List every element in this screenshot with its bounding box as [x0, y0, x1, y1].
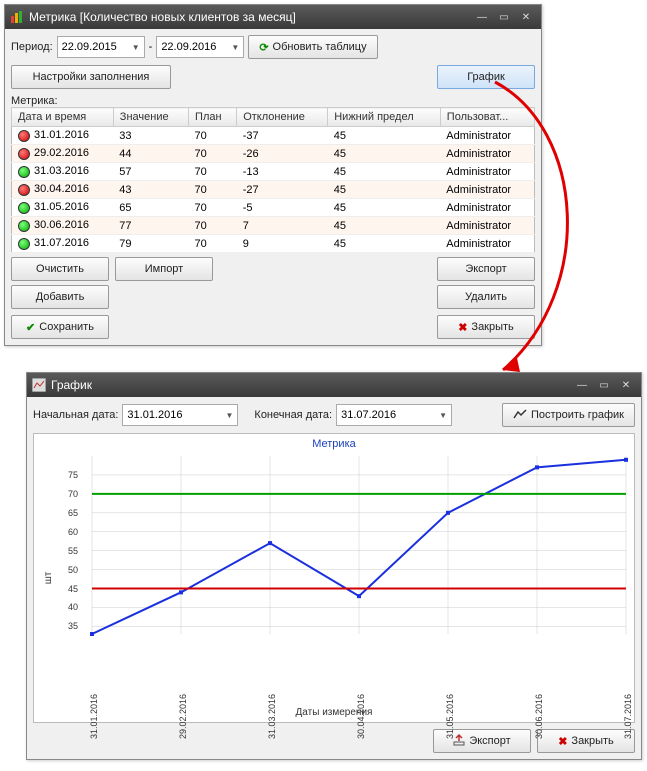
- import-button[interactable]: Импорт: [115, 257, 213, 281]
- x-icon: ✖: [558, 735, 567, 748]
- x-tick-label: 29.02.2016: [178, 694, 188, 739]
- chevron-down-icon: ▼: [225, 411, 233, 420]
- period-separator: -: [149, 41, 153, 53]
- build-chart-button[interactable]: Построить график: [502, 403, 635, 427]
- chart-close-button[interactable]: ✖ Закрыть: [537, 729, 635, 753]
- period-to-value: 22.09.2016: [161, 41, 216, 53]
- status-icon: [18, 202, 30, 214]
- table-row[interactable]: 31.03.20165770-1345Administrator: [12, 163, 535, 181]
- chart-app-icon: [31, 377, 47, 393]
- column-header[interactable]: План: [189, 108, 237, 127]
- y-tick-label: 40: [68, 602, 78, 612]
- save-button[interactable]: ✔ Сохранить: [11, 315, 109, 339]
- chevron-down-icon: ▼: [439, 411, 447, 420]
- status-icon: [18, 184, 30, 196]
- column-header[interactable]: Нижний предел: [328, 108, 441, 127]
- table-row[interactable]: 29.02.20164470-2645Administrator: [12, 145, 535, 163]
- y-tick-label: 35: [68, 621, 78, 631]
- column-header[interactable]: Дата и время: [12, 108, 114, 127]
- column-header[interactable]: Пользоват...: [440, 108, 534, 127]
- chart-title: Метрика: [34, 434, 634, 450]
- refresh-button[interactable]: ⟳ Обновить таблицу: [248, 35, 377, 59]
- y-tick-label: 70: [68, 489, 78, 499]
- table-row[interactable]: 30.04.20164370-2745Administrator: [12, 181, 535, 199]
- end-date-label: Конечная дата:: [254, 409, 332, 421]
- chart-titlebar: График — ▭ ✕: [27, 373, 641, 397]
- end-date-combo[interactable]: 31.07.2016 ▼: [336, 404, 452, 426]
- graph-label: График: [467, 71, 505, 83]
- chart-window: График — ▭ ✕ Начальная дата: 31.01.2016 …: [26, 372, 642, 760]
- line-chart-icon: [513, 408, 527, 423]
- start-date-label: Начальная дата:: [33, 409, 118, 421]
- start-date-combo[interactable]: 31.01.2016 ▼: [122, 404, 238, 426]
- refresh-icon: ⟳: [259, 41, 268, 54]
- status-icon: [18, 220, 30, 232]
- refresh-label: Обновить таблицу: [273, 41, 367, 53]
- graph-button[interactable]: График: [437, 65, 535, 89]
- table-row[interactable]: 31.01.20163370-3745Administrator: [12, 127, 535, 145]
- table-row[interactable]: 31.07.20167970945Administrator: [12, 235, 535, 253]
- clear-button[interactable]: Очистить: [11, 257, 109, 281]
- x-tick-label: 30.04.2016: [356, 694, 366, 739]
- x-axis-label: Даты измерения: [34, 707, 634, 718]
- titlebar: Метрика [Количество новых клиентов за ме…: [5, 5, 541, 29]
- close-button[interactable]: ✖ Закрыть: [437, 315, 535, 339]
- chart-window-title: График: [51, 378, 571, 392]
- window-title: Метрика [Количество новых клиентов за ме…: [29, 10, 471, 24]
- fill-settings-button[interactable]: Настройки заполнения: [11, 65, 171, 89]
- status-icon: [18, 148, 30, 160]
- app-icon: [9, 9, 25, 25]
- chart-plot: [92, 456, 626, 634]
- status-icon: [18, 166, 30, 178]
- table-label: Метрика:: [11, 95, 535, 107]
- minimize-button[interactable]: —: [471, 9, 493, 25]
- y-tick-label: 75: [68, 470, 78, 480]
- chart-area: Метрика шт Даты измерения 35 40 45 50 55 60 65…: [33, 433, 635, 723]
- column-header[interactable]: Значение: [113, 108, 188, 127]
- chevron-down-icon: ▼: [132, 43, 140, 52]
- metric-table: Дата и времяЗначениеПланОтклонениеНижний…: [11, 107, 535, 253]
- metric-window: Метрика [Количество новых клиентов за ме…: [4, 4, 542, 346]
- y-tick-label: 55: [68, 546, 78, 556]
- x-tick-label: 31.01.2016: [89, 694, 99, 739]
- close-window-button[interactable]: ✕: [515, 9, 537, 25]
- delete-button[interactable]: Удалить: [437, 285, 535, 309]
- y-tick-label: 50: [68, 565, 78, 575]
- x-tick-label: 31.05.2016: [445, 694, 455, 739]
- x-tick-label: 31.03.2016: [267, 694, 277, 739]
- maximize-button[interactable]: ▭: [493, 9, 515, 25]
- status-icon: [18, 238, 30, 250]
- column-header[interactable]: Отклонение: [237, 108, 328, 127]
- x-icon: ✖: [458, 321, 467, 334]
- table-row[interactable]: 30.06.20167770745Administrator: [12, 217, 535, 235]
- y-axis-label: шт: [43, 572, 54, 585]
- y-tick-label: 60: [68, 527, 78, 537]
- chart-minimize-button[interactable]: —: [571, 377, 593, 393]
- add-button[interactable]: Добавить: [11, 285, 109, 309]
- y-tick-label: 45: [68, 584, 78, 594]
- table-row[interactable]: 31.05.20166570-545Administrator: [12, 199, 535, 217]
- export-icon: [453, 734, 465, 749]
- check-icon: ✔: [26, 321, 35, 334]
- period-from-value: 22.09.2015: [62, 41, 117, 53]
- period-to-combo[interactable]: 22.09.2016 ▼: [156, 36, 244, 58]
- status-icon: [18, 130, 30, 142]
- chevron-down-icon: ▼: [231, 43, 239, 52]
- y-tick-label: 65: [68, 508, 78, 518]
- fill-settings-label: Настройки заполнения: [33, 71, 150, 83]
- chart-maximize-button[interactable]: ▭: [593, 377, 615, 393]
- period-from-combo[interactable]: 22.09.2015 ▼: [57, 36, 145, 58]
- x-tick-label: 31.07.2016: [623, 694, 633, 739]
- x-tick-label: 30.06.2016: [534, 694, 544, 739]
- export-button[interactable]: Экспорт: [437, 257, 535, 281]
- chart-close-window-button[interactable]: ✕: [615, 377, 637, 393]
- period-label: Период:: [11, 41, 53, 53]
